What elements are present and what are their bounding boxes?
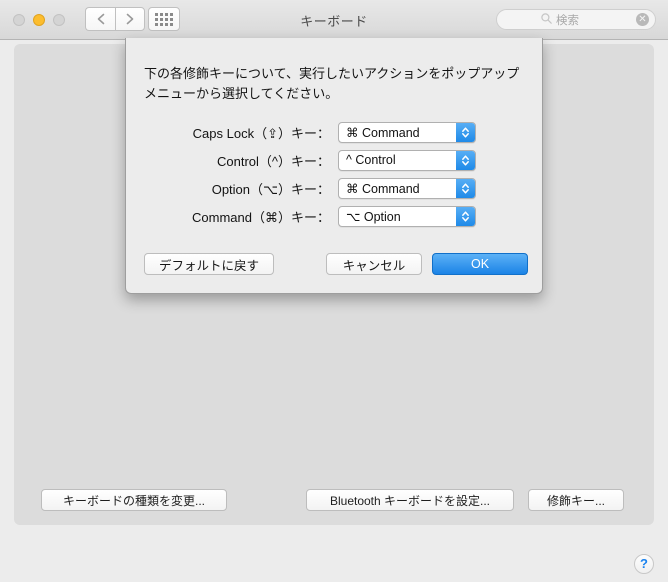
sheet-button-bar: デフォルトに戻す キャンセル OK: [126, 238, 544, 275]
change-keyboard-type-button[interactable]: キーボードの種類を変更...: [41, 489, 227, 511]
command-label: Command（⌘）キー：: [192, 209, 330, 225]
option-label: Option（⌥）キー：: [211, 181, 330, 197]
row-caps-lock: Caps Lock（⇪）キー： ⌘ Command: [126, 118, 544, 146]
control-value: ^ Control: [346, 153, 396, 167]
system-preferences-window: キーボード 検索 ✕ キーボードの種類を変更... Bluetooth キーボー…: [0, 0, 668, 582]
restore-defaults-button[interactable]: デフォルトに戻す: [144, 253, 274, 275]
caps-lock-popup-button[interactable]: ⌘ Command: [338, 121, 476, 143]
help-button[interactable]: ?: [634, 554, 654, 574]
option-value: ⌘ Command: [346, 181, 420, 196]
search-input[interactable]: 検索: [556, 12, 579, 28]
chevron-updown-icon: [456, 150, 475, 170]
chevron-updown-icon: [456, 206, 475, 226]
chevron-updown-icon: [456, 122, 475, 142]
row-option: Option（⌥）キー： ⌘ Command: [126, 174, 544, 202]
chevron-updown-icon: [456, 178, 475, 198]
control-label: Control（^）キー：: [216, 153, 330, 169]
search-icon: [541, 11, 552, 29]
command-value: ⌥ Option: [346, 209, 401, 224]
control-popup-button[interactable]: ^ Control: [338, 149, 476, 171]
command-popup-button[interactable]: ⌥ Option: [338, 205, 476, 227]
option-popup-button[interactable]: ⌘ Command: [338, 177, 476, 199]
row-control: Control（^）キー： ^ Control: [126, 146, 544, 174]
setup-bluetooth-keyboard-button[interactable]: Bluetooth キーボードを設定...: [306, 489, 514, 511]
modifier-keys-button[interactable]: 修飾キー...: [528, 489, 624, 511]
panel-bottom-buttons: キーボードの種類を変更... Bluetooth キーボードを設定... 修飾キ…: [14, 485, 654, 525]
modifier-keys-sheet: 下の各修飾キーについて、実行したいアクションをポップアップメニューから選択してく…: [125, 38, 543, 294]
cancel-button[interactable]: キャンセル: [326, 253, 422, 275]
row-command: Command（⌘）キー： ⌥ Option: [126, 202, 544, 230]
ok-button[interactable]: OK: [432, 253, 528, 275]
modifier-key-rows: Caps Lock（⇪）キー： ⌘ Command Control（^）キー： …: [126, 118, 544, 230]
sheet-message: 下の各修飾キーについて、実行したいアクションをポップアップメニューから選択してく…: [144, 66, 520, 101]
window-titlebar: キーボード 検索 ✕: [0, 0, 668, 40]
caps-lock-value: ⌘ Command: [346, 125, 420, 140]
search-field[interactable]: 検索 ✕: [496, 9, 656, 30]
clear-search-icon[interactable]: ✕: [636, 13, 649, 26]
caps-lock-label: Caps Lock（⇪）キー：: [192, 125, 330, 141]
